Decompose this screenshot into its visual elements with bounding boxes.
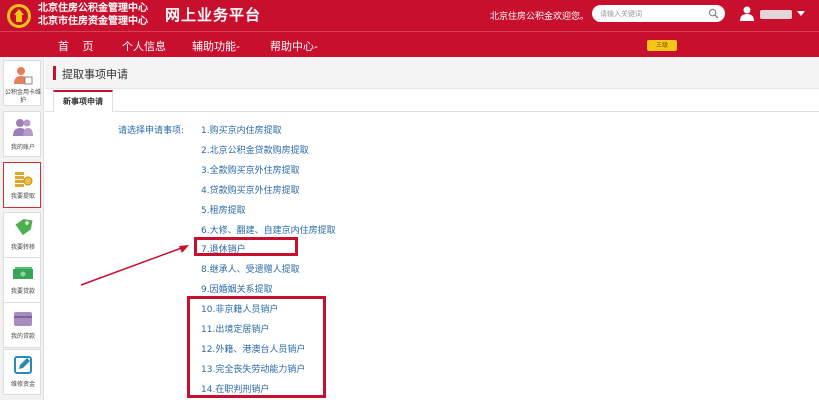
top-header: 北京住房公积金管理中心 北京市住房资金管理中心 网上业务平台 北京住房公积金欢迎…	[0, 0, 819, 31]
level-badge: 三级	[647, 40, 677, 51]
org-name-line2: 北京市住房资金管理中心	[38, 16, 148, 27]
sidebar-item-label: 维修资金	[10, 381, 35, 388]
option-link[interactable]: 2.北京公积金贷款购房提取	[201, 143, 309, 156]
tab-new-application[interactable]: 新事项申请	[53, 90, 113, 112]
sidebar-item-label: 公积金用卡维护	[4, 89, 41, 104]
nav-personal-info[interactable]: 个人信息	[122, 38, 166, 54]
option-link[interactable]: 5.租房提取	[201, 203, 246, 216]
coins-icon	[15, 172, 33, 187]
org-name: 北京住房公积金管理中心 北京市住房资金管理中心	[38, 2, 148, 28]
page-title: 提取事项申请	[62, 68, 128, 81]
tab-bar: 新事项申请	[45, 90, 819, 112]
highlight-box-closures	[187, 296, 326, 398]
option-link[interactable]: 6.大修、翻建、自建京内住房提取	[201, 223, 336, 236]
user-icon[interactable]	[740, 6, 754, 21]
sidebar-item-card-maintenance[interactable]: 公积金用卡维护	[3, 60, 41, 106]
sidebar-item-my-loan[interactable]: 我的贷款	[3, 302, 41, 348]
search-input[interactable]	[600, 7, 705, 20]
page-header: 提取事项申请	[45, 57, 819, 89]
nav-auxiliary[interactable]: 辅助功能-	[192, 38, 240, 54]
nav-help-center[interactable]: 帮助中心-	[270, 38, 318, 54]
sidebar-item-my-account[interactable]: 我的账户	[3, 111, 41, 157]
sidebar-item-label: 我要贷款	[10, 288, 35, 295]
logo-emblem-icon	[7, 4, 31, 28]
money-icon	[13, 267, 33, 279]
person-card-icon	[14, 67, 33, 85]
users-icon	[13, 119, 33, 136]
sidebar-item-label: 我要提取	[10, 193, 35, 200]
option-link[interactable]: 3.全款购买京外住房提取	[201, 163, 300, 176]
org-name-line1: 北京住房公积金管理中心	[38, 3, 148, 14]
option-link[interactable]: 1.购买京内住房提取	[201, 123, 282, 136]
platform-title: 网上业务平台	[165, 6, 262, 24]
search-box	[592, 5, 725, 22]
sidebar-item-transfer[interactable]: 我要转移	[3, 212, 41, 258]
tag-icon	[15, 218, 33, 236]
main-nav: 首 页 个人信息 辅助功能- 帮助中心- 三级	[0, 31, 819, 57]
sidebar-item-label: 我要转移	[10, 244, 35, 251]
sidebar-item-label: 我的贷款	[10, 333, 35, 340]
search-icon[interactable]	[708, 8, 719, 19]
chevron-down-icon[interactable]	[797, 11, 805, 16]
main-content: 提取事项申请 新事项申请 请选择申请事项: 1.购买京内住房提取 2.北京公积金…	[45, 57, 819, 400]
welcome-text: 北京住房公积金欢迎您。	[490, 12, 590, 22]
option-link[interactable]: 4.贷款购买京外住房提取	[201, 183, 300, 196]
select-prompt: 请选择申请事项:	[118, 126, 185, 136]
sidebar: 公积金用卡维护 我的账户 我要提取 我要转移 我要贷款 我的贷款 维修资金	[0, 57, 44, 400]
sidebar-item-label: 我的账户	[10, 144, 35, 151]
wallet-icon	[14, 312, 32, 326]
option-link[interactable]: 9.因婚姻关系提取	[201, 282, 273, 295]
sidebar-item-withdraw[interactable]: 我要提取	[3, 162, 41, 208]
title-accent-bar	[53, 66, 56, 80]
highlight-box-retirement	[194, 237, 298, 256]
nav-home[interactable]: 首 页	[58, 38, 99, 54]
annotation-arrow-icon	[80, 245, 189, 286]
user-name-masked[interactable]	[760, 10, 792, 19]
option-link[interactable]: 8.继承人、受遗赠人提取	[201, 262, 300, 275]
sidebar-item-loan[interactable]: 我要贷款	[3, 257, 41, 303]
sidebar-item-repair-fund[interactable]: 维修资金	[3, 349, 41, 395]
edit-icon	[14, 356, 32, 374]
